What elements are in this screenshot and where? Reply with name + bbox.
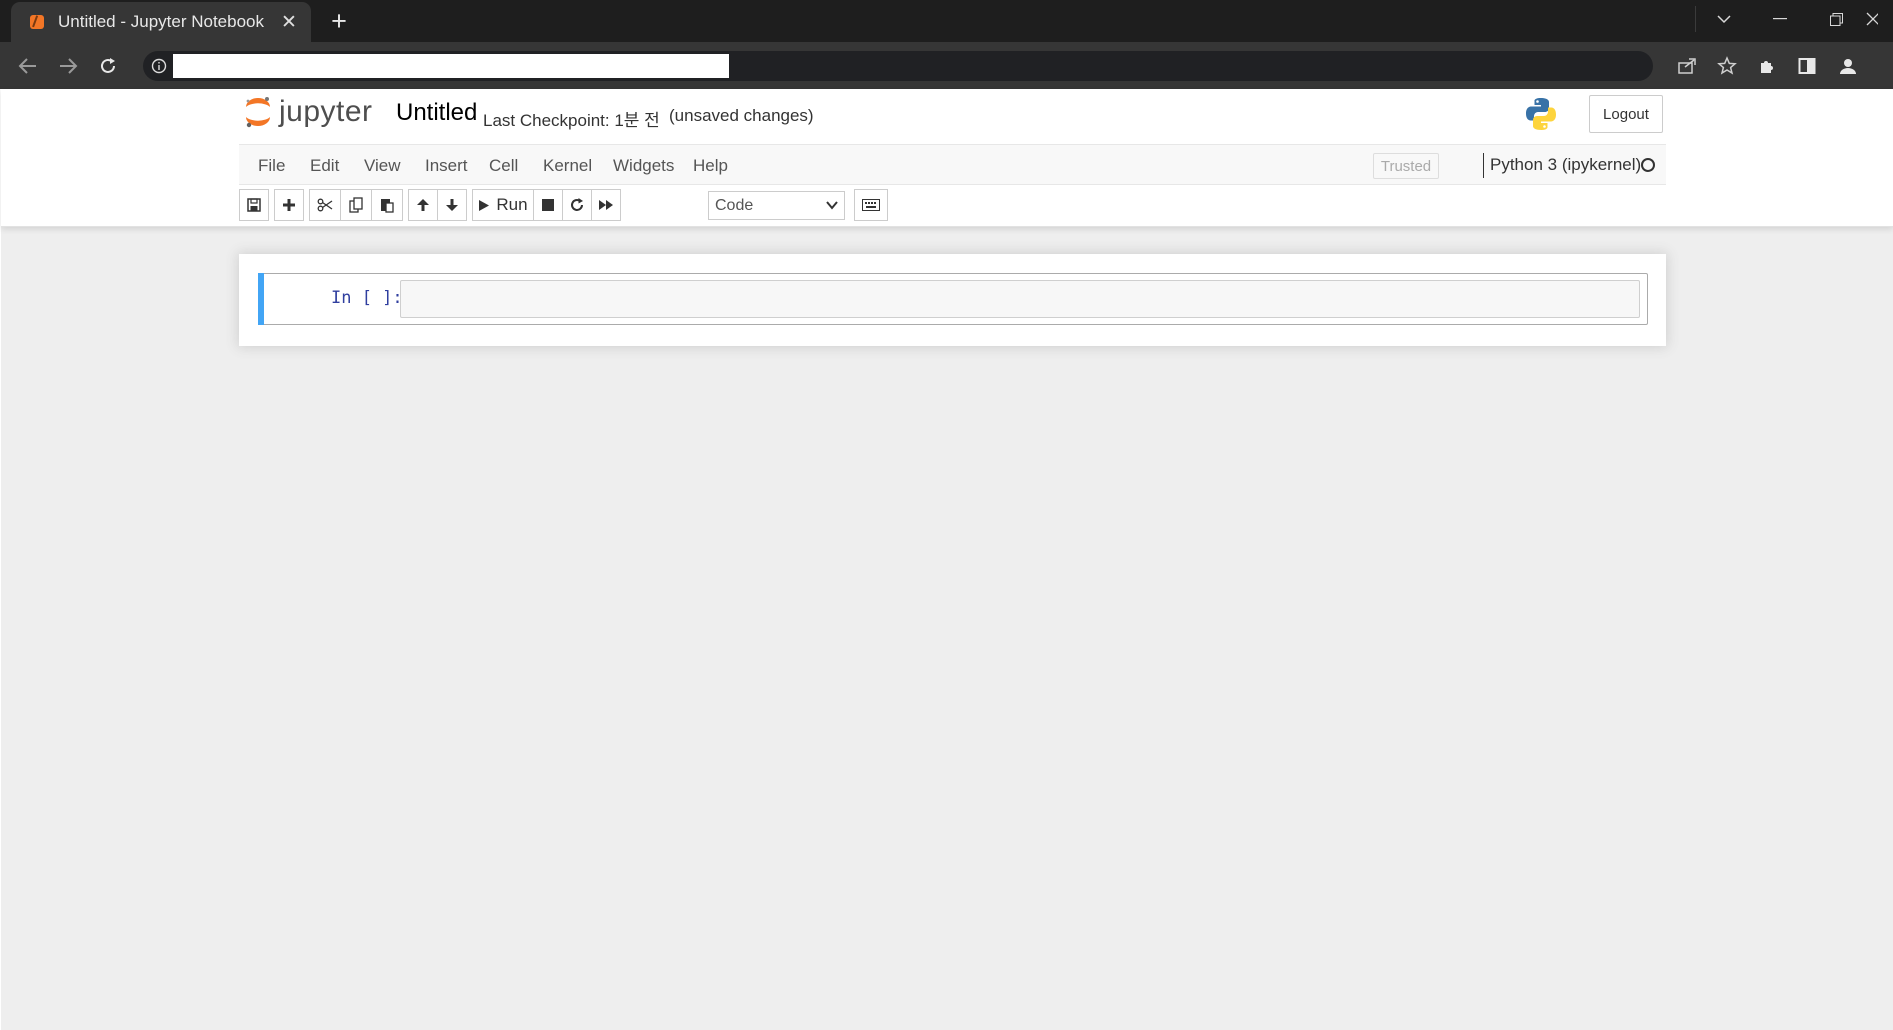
code-input-area[interactable]	[400, 280, 1640, 318]
run-label: Run	[496, 195, 528, 214]
menu-widgets[interactable]: Widgets	[613, 156, 674, 176]
scissors-icon	[317, 198, 333, 212]
code-cell[interactable]: In [ ]:	[258, 273, 1648, 325]
reload-icon[interactable]	[92, 50, 124, 82]
kernel-idle-icon	[1641, 158, 1655, 172]
tab-search-icon[interactable]	[1696, 0, 1752, 38]
cell-type-value: Code	[715, 196, 754, 214]
restore-icon[interactable]	[1808, 0, 1864, 38]
jupyter-header: jupyter Untitled Last Checkpoint: 1분 전 (…	[1, 89, 1893, 227]
forward-icon[interactable]	[52, 50, 84, 82]
menu-help[interactable]: Help	[693, 156, 728, 176]
restart-icon	[571, 198, 583, 211]
bookmark-star-icon[interactable]	[1712, 51, 1742, 81]
move-cell-down-button[interactable]	[437, 189, 467, 221]
tab-close-icon[interactable]: ✕	[275, 11, 303, 34]
stop-icon	[542, 199, 554, 211]
kernel-name[interactable]: Python 3 (ipykernel)	[1490, 155, 1641, 175]
notebook-title[interactable]: Untitled	[396, 99, 477, 127]
jupyter-favicon-icon	[30, 15, 44, 29]
save-button[interactable]	[239, 189, 269, 221]
interrupt-kernel-button[interactable]	[533, 189, 563, 221]
logo-text: jupyter	[279, 95, 373, 128]
checkpoint-status: Last Checkpoint: 1분 전	[483, 111, 660, 130]
extensions-icon[interactable]	[1752, 51, 1782, 81]
chevron-down-icon	[826, 201, 838, 210]
share-icon[interactable]	[1672, 51, 1702, 81]
paste-icon	[381, 199, 394, 213]
keyboard-icon	[862, 199, 880, 211]
menu-kernel[interactable]: Kernel	[543, 156, 592, 176]
tab-title: Untitled - Jupyter Notebook	[58, 12, 264, 31]
menu-edit[interactable]: Edit	[310, 156, 339, 176]
copy-icon	[349, 197, 363, 213]
play-icon	[479, 199, 490, 211]
restart-kernel-button[interactable]	[562, 189, 592, 221]
browser-toolbar	[0, 42, 1893, 89]
command-palette-button[interactable]	[854, 189, 888, 221]
address-bar[interactable]	[143, 51, 1653, 81]
input-prompt: In [ ]:	[331, 288, 403, 308]
cell-type-select[interactable]: Code	[708, 191, 845, 220]
floppy-disk-icon	[247, 198, 261, 212]
fast-forward-icon	[599, 200, 613, 210]
menu-bar: File Edit View Insert Cell Kernel Widget…	[239, 144, 1666, 185]
insert-cell-button[interactable]	[274, 189, 304, 221]
trusted-indicator[interactable]: Trusted	[1373, 153, 1439, 179]
notebook-container: In [ ]:	[239, 254, 1666, 346]
menu-view[interactable]: View	[364, 156, 401, 176]
save-status: (unsaved changes)	[669, 106, 814, 125]
back-icon[interactable]	[12, 50, 44, 82]
jupyter-logo[interactable]: jupyter	[243, 95, 373, 129]
menu-insert[interactable]: Insert	[425, 156, 468, 176]
menu-file[interactable]: File	[258, 156, 285, 176]
logout-button[interactable]: Logout	[1589, 95, 1663, 133]
kernel-divider	[1483, 153, 1484, 178]
arrow-up-icon	[417, 199, 429, 211]
notebook-toolbar: Run Code	[239, 189, 959, 221]
close-window-icon[interactable]	[1864, 0, 1893, 38]
side-panel-icon[interactable]	[1792, 51, 1822, 81]
new-tab-button[interactable]: +	[326, 8, 352, 35]
run-button[interactable]: Run	[472, 189, 534, 221]
arrow-down-icon	[446, 199, 458, 211]
copy-cell-button[interactable]	[340, 189, 372, 221]
selected-cell-indicator	[258, 273, 264, 325]
jupyter-logo-icon	[246, 97, 270, 128]
move-cell-up-button[interactable]	[408, 189, 438, 221]
restart-run-all-button[interactable]	[591, 189, 621, 221]
notebook-page: jupyter Untitled Last Checkpoint: 1분 전 (…	[1, 89, 1893, 1030]
profile-icon[interactable]	[1833, 51, 1863, 81]
minimize-icon[interactable]	[1752, 0, 1808, 38]
browser-tab[interactable]: Untitled - Jupyter Notebook ✕	[11, 2, 311, 42]
menu-cell[interactable]: Cell	[489, 156, 518, 176]
plus-icon	[283, 199, 295, 211]
url-text[interactable]	[173, 54, 729, 78]
site-info-icon[interactable]	[151, 58, 167, 74]
browser-tab-strip: Untitled - Jupyter Notebook ✕ +	[0, 0, 1893, 42]
cut-cell-button[interactable]	[309, 189, 341, 221]
paste-cell-button[interactable]	[371, 189, 403, 221]
python-logo-icon	[1526, 98, 1556, 130]
